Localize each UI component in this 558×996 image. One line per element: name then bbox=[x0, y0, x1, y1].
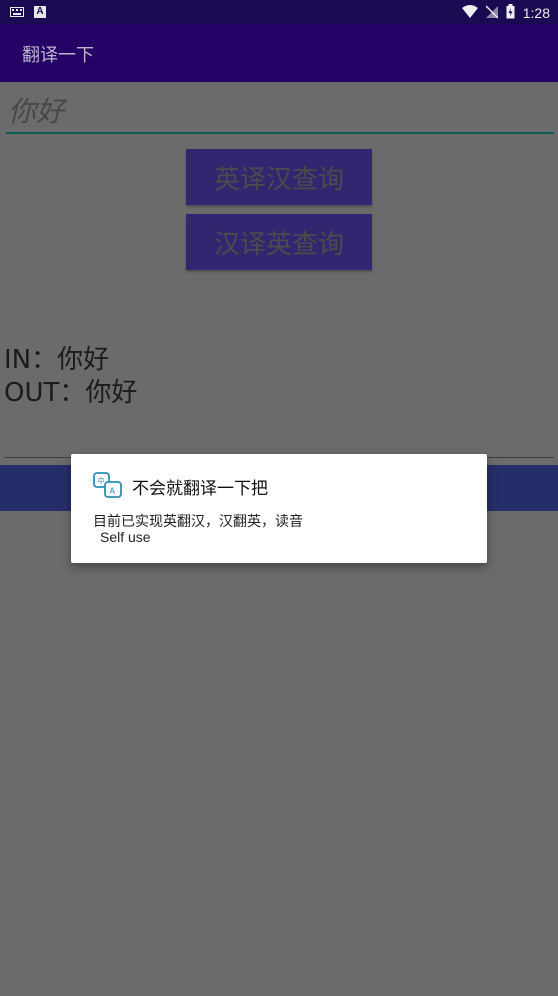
app-notification-icon: A bbox=[34, 6, 46, 18]
dialog-title: 不会就翻译一下把 bbox=[132, 479, 268, 499]
app-bar: 翻译一下 bbox=[0, 24, 558, 82]
no-signal-icon bbox=[485, 4, 499, 22]
status-left: A bbox=[10, 4, 46, 20]
status-bar: A 1:28 bbox=[0, 0, 558, 24]
input-echo-text: IN：你好 bbox=[4, 345, 110, 375]
app-title: 翻译一下 bbox=[22, 45, 94, 66]
status-right: 1:28 bbox=[461, 4, 550, 22]
en-to-zh-button[interactable]: 英译汉查询 bbox=[186, 149, 372, 205]
dialog-subtext: Self use bbox=[100, 529, 151, 545]
info-dialog: 中 A 不会就翻译一下把 目前已实现英翻汉，汉翻英，读音 Self use bbox=[71, 454, 487, 563]
keyboard-icon bbox=[10, 4, 24, 20]
wifi-icon bbox=[461, 4, 478, 22]
query-input-container bbox=[6, 90, 556, 134]
dialog-message: 目前已实现英翻汉，汉翻英，读音 bbox=[93, 514, 303, 530]
svg-text:A: A bbox=[110, 487, 116, 496]
status-time: 1:28 bbox=[522, 5, 550, 21]
zh-to-en-button[interactable]: 汉译英查询 bbox=[186, 214, 372, 270]
query-input[interactable] bbox=[6, 90, 556, 130]
svg-text:中: 中 bbox=[98, 476, 105, 485]
translate-icon: 中 A bbox=[93, 472, 123, 498]
battery-icon bbox=[506, 4, 515, 22]
output-result-text: OUT：你好 bbox=[4, 378, 138, 408]
